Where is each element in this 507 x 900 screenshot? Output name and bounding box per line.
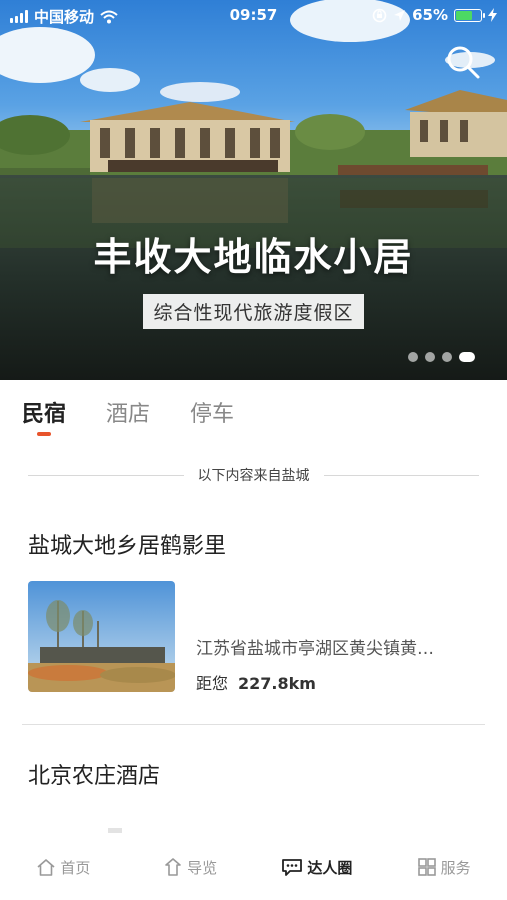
listing-distance: 距您 227.8km xyxy=(196,670,316,694)
hero-subtitle: 综合性现代旅游度假区 xyxy=(143,294,364,329)
listing-thumbnail[interactable] xyxy=(28,581,175,692)
grid-icon xyxy=(417,858,436,876)
tab-hotel[interactable]: 酒店 xyxy=(106,396,150,436)
nav-experts[interactable]: 达人圈 xyxy=(254,838,381,896)
distance-value: 227.8km xyxy=(238,674,316,693)
carousel-dot[interactable] xyxy=(459,352,475,362)
carousel-indicator[interactable] xyxy=(408,352,475,362)
listing-thumbnail[interactable] xyxy=(100,826,140,834)
carousel-dot[interactable] xyxy=(442,352,452,362)
location-arrow-icon xyxy=(394,9,406,21)
bottom-nav: 首页 导览 达人圈 服务 xyxy=(0,838,507,900)
category-tabs: 民宿 酒店 停车 xyxy=(22,396,234,436)
listing-address: 江苏省盐城市亭湖区黄尖镇黄… xyxy=(196,639,434,659)
divider xyxy=(22,724,485,725)
listing-title[interactable]: 北京农庄酒店 xyxy=(28,758,160,790)
hero-title: 丰收大地临水小居 xyxy=(93,235,414,279)
home-icon xyxy=(37,859,55,876)
orientation-lock-icon xyxy=(372,8,387,22)
listing-title[interactable]: 盐城大地乡居鹤影里 xyxy=(28,528,226,560)
battery-percent: 65% xyxy=(412,6,448,24)
divider-line xyxy=(323,474,479,476)
search-icon[interactable] xyxy=(445,44,481,80)
nav-home[interactable]: 首页 xyxy=(0,838,127,896)
chat-icon xyxy=(282,859,303,876)
nav-services-label: 服务 xyxy=(440,858,471,877)
tab-homestay[interactable]: 民宿 xyxy=(22,396,66,436)
carousel-dot[interactable] xyxy=(425,352,435,362)
distance-label: 距您 xyxy=(196,674,229,693)
nav-home-label: 首页 xyxy=(60,858,91,877)
nav-services[interactable]: 服务 xyxy=(380,838,507,896)
charging-bolt-icon xyxy=(488,8,497,22)
tab-parking[interactable]: 停车 xyxy=(190,396,234,436)
nav-guide[interactable]: 导览 xyxy=(127,838,254,896)
source-notice: 以下内容来自盐城 xyxy=(28,463,479,487)
divider-line xyxy=(28,474,184,476)
nav-guide-label: 导览 xyxy=(187,858,218,877)
carousel-dot[interactable] xyxy=(408,352,418,362)
battery-icon xyxy=(454,8,485,22)
nav-experts-label: 达人圈 xyxy=(307,858,353,877)
guide-icon xyxy=(165,858,181,876)
source-notice-text: 以下内容来自盐城 xyxy=(197,468,310,484)
hero-banner[interactable]: 中国移动 09:57 65% 丰收大地临水小居 综合性现代旅游度假区 xyxy=(0,0,507,380)
status-bar: 中国移动 09:57 65% xyxy=(0,0,507,32)
